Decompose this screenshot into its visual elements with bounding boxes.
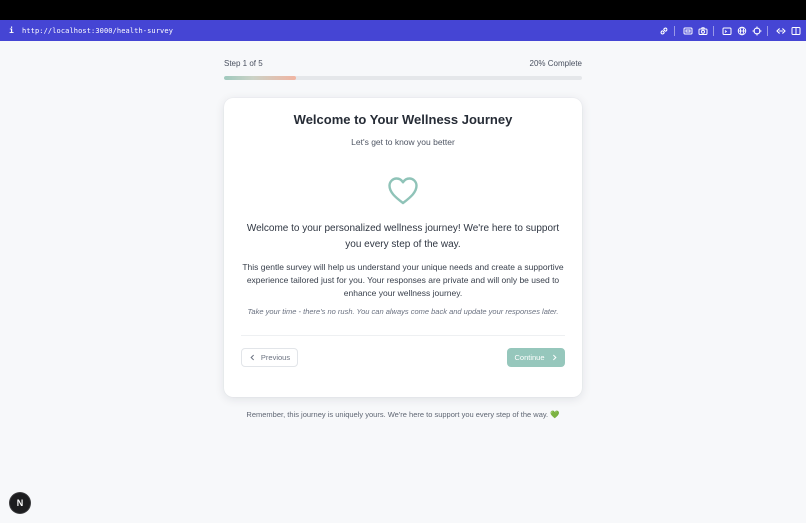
globe-icon[interactable]: [736, 25, 748, 37]
browser-toolbar: [655, 20, 802, 41]
welcome-message: Welcome to your personalized wellness jo…: [246, 223, 560, 250]
link-icon[interactable]: [658, 25, 670, 37]
toolbar-divider: [674, 25, 675, 36]
survey-description: This gentle survey will help us understa…: [242, 262, 564, 298]
percent-complete: 20% Complete: [529, 59, 582, 68]
screen-top-bar: [0, 0, 806, 20]
sidebar-icon[interactable]: [790, 25, 802, 37]
step-indicator: Step 1 of 5: [224, 59, 263, 68]
continue-button[interactable]: Continue: [507, 348, 565, 367]
reassurance-note: Take your time - there's no rush. You ca…: [247, 307, 559, 316]
previous-button-label: Previous: [260, 353, 291, 362]
crosshair-icon[interactable]: [751, 25, 763, 37]
progress-header: Step 1 of 5 20% Complete: [224, 58, 582, 70]
page-title: Welcome to Your Wellness Journey: [293, 112, 513, 127]
toolbar-divider: [713, 25, 714, 36]
url-text[interactable]: http://localhost:3000/health-survey: [22, 27, 173, 35]
chevron-left-icon: [250, 354, 254, 361]
continue-button-label: Continue: [514, 353, 545, 362]
toolbar-divider: [767, 25, 768, 36]
info-icon[interactable]: i: [9, 26, 19, 35]
footer-message: Remember, this journey is uniquely yours…: [224, 410, 582, 419]
dev-tools-badge[interactable]: N: [10, 493, 30, 513]
page-subtitle: Let's get to know you better: [351, 137, 455, 147]
survey-card: Welcome to Your Wellness Journey Let's g…: [224, 98, 582, 397]
chevron-right-icon: [552, 354, 557, 361]
browser-url-bar: i http://localhost:3000/health-survey: [0, 20, 806, 41]
previous-button[interactable]: Previous: [241, 348, 298, 367]
heart-icon: [388, 177, 418, 205]
terminal-icon[interactable]: [721, 25, 733, 37]
camera-icon[interactable]: [697, 25, 709, 37]
green-heart-icon: 💚: [550, 410, 560, 419]
progress-bar: [224, 76, 582, 80]
progress-bar-fill: [224, 76, 296, 80]
footer-text: Remember, this journey is uniquely yours…: [246, 410, 549, 419]
screenshot-icon[interactable]: [682, 25, 694, 37]
card-divider: [241, 335, 565, 336]
code-icon[interactable]: [775, 25, 787, 37]
